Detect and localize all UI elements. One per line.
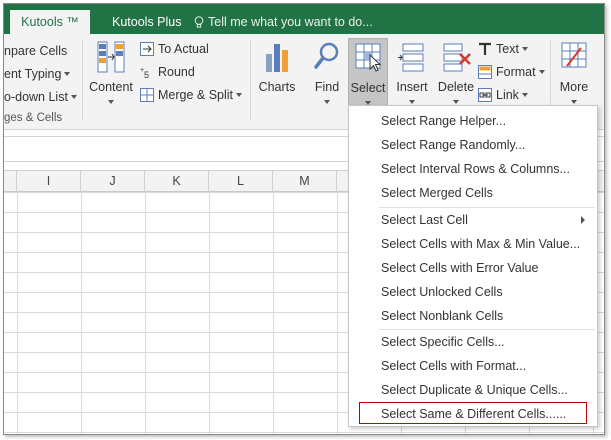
format-icon — [478, 65, 492, 79]
find-label: Find — [314, 80, 340, 94]
chevron-down-icon — [571, 100, 577, 104]
chevron-down-icon — [324, 100, 330, 104]
menu-item-select-cells-error-value[interactable]: Select Cells with Error Value — [349, 257, 597, 279]
insert-button[interactable]: Insert — [392, 38, 432, 112]
menu-item-select-unlocked-cells[interactable]: Select Unlocked Cells — [349, 281, 597, 303]
column-header-m[interactable]: M — [273, 170, 337, 192]
column-header-partial — [4, 170, 17, 192]
search-icon — [314, 42, 339, 69]
format-label: Format — [496, 65, 536, 79]
link-button[interactable]: Link — [478, 88, 528, 102]
select-dropdown-menu: Select Range Helper... Select Range Rand… — [348, 105, 598, 427]
select-label: Select — [350, 81, 386, 95]
to-actual-label: To Actual — [158, 42, 209, 56]
chevron-down-icon — [521, 93, 528, 97]
chevron-down-icon — [453, 100, 459, 104]
round-button[interactable]: +5 Round — [140, 65, 195, 79]
insert-label: Insert — [396, 80, 428, 94]
select-button[interactable]: Select — [348, 38, 388, 109]
excel-window: Kutools ™ Kutools Plus Tell me what you … — [3, 3, 605, 435]
group-label-ranges-cells: ges & Cells — [4, 112, 63, 124]
more-button[interactable]: More — [554, 38, 594, 112]
menu-separator — [379, 329, 595, 330]
tab-kutools[interactable]: Kutools ™ — [10, 10, 90, 34]
merge-split-button[interactable]: Merge & Split — [140, 88, 243, 102]
compare-cells-label: npare Cells — [4, 44, 68, 58]
chevron-down-icon — [409, 100, 415, 104]
chevron-down-icon — [64, 72, 71, 76]
tell-me-search[interactable]: Tell me what you want to do... — [194, 10, 373, 34]
svg-text:5: 5 — [144, 70, 149, 79]
link-icon — [478, 88, 492, 102]
menu-item-select-last-cell-label: Select Last Cell — [381, 213, 468, 227]
delete-icon — [443, 43, 471, 72]
menu-item-select-cells-with-format[interactable]: Select Cells with Format... — [349, 355, 597, 377]
delete-label: Delete — [437, 80, 475, 94]
merge-split-icon — [140, 88, 154, 102]
menu-item-select-specific-cells[interactable]: Select Specific Cells... — [349, 331, 597, 353]
more-label: More — [559, 80, 589, 94]
chevron-right-icon — [581, 216, 585, 224]
column-header-i[interactable]: I — [17, 170, 81, 192]
text-label: Text — [496, 42, 519, 56]
select-cells-icon — [355, 43, 382, 72]
format-button[interactable]: Format — [478, 65, 545, 79]
lightbulb-icon — [194, 16, 204, 28]
chevron-down-icon — [538, 70, 545, 74]
delete-button[interactable]: Delete — [434, 38, 478, 112]
merge-split-label: Merge & Split — [158, 88, 234, 102]
content-icon — [97, 41, 125, 73]
insert-icon — [398, 43, 424, 72]
chevron-down-icon — [236, 93, 243, 97]
ribbon-tab-bar: Kutools ™ Kutools Plus Tell me what you … — [4, 4, 604, 34]
ribbon-separator — [250, 40, 251, 120]
menu-item-select-last-cell[interactable]: Select Last Cell — [349, 209, 597, 231]
text-button[interactable]: Text — [478, 42, 528, 56]
to-actual-icon — [140, 42, 154, 56]
charts-button[interactable]: Charts — [256, 38, 298, 112]
menu-separator — [379, 207, 595, 208]
content-button[interactable]: Content — [88, 38, 134, 112]
more-icon — [561, 42, 587, 68]
menu-item-select-range-helper[interactable]: Select Range Helper... — [349, 110, 597, 132]
content-label: Content — [89, 80, 133, 94]
ribbon-separator — [82, 40, 83, 120]
tell-me-label: Tell me what you want to do... — [208, 15, 373, 29]
column-header-j[interactable]: J — [81, 170, 145, 192]
menu-item-select-cells-max-min[interactable]: Select Cells with Max & Min Value... — [349, 233, 597, 255]
charts-label: Charts — [258, 80, 296, 94]
to-actual-button[interactable]: To Actual — [140, 42, 209, 56]
menu-item-select-duplicate-unique[interactable]: Select Duplicate & Unique Cells... — [349, 379, 597, 401]
compare-cells-button[interactable]: npare Cells — [4, 44, 67, 58]
chevron-down-icon — [70, 95, 77, 99]
menu-item-select-interval-rows-columns[interactable]: Select Interval Rows & Columns... — [349, 158, 597, 180]
content-typing-label: ent Typing — [4, 67, 62, 81]
column-header-l[interactable]: L — [209, 170, 273, 192]
column-header-k[interactable]: K — [145, 170, 209, 192]
content-typing-button[interactable]: ent Typing — [4, 67, 71, 81]
bar-chart-icon — [266, 44, 288, 72]
chevron-down-icon — [521, 47, 528, 51]
dropdown-list-label: o-down List — [4, 90, 68, 104]
round-label: Round — [158, 65, 195, 79]
text-icon — [479, 42, 491, 55]
dropdown-list-button[interactable]: o-down List — [4, 90, 77, 104]
menu-item-select-range-randomly[interactable]: Select Range Randomly... — [349, 134, 597, 156]
find-button[interactable]: Find — [308, 38, 346, 112]
round-icon: +5 — [140, 67, 149, 79]
tab-kutools-plus[interactable]: Kutools Plus — [100, 10, 193, 34]
menu-item-select-merged-cells[interactable]: Select Merged Cells — [349, 182, 597, 204]
link-label: Link — [496, 88, 519, 102]
menu-item-select-nonblank-cells[interactable]: Select Nonblank Cells — [349, 305, 597, 327]
chevron-down-icon — [108, 100, 114, 104]
menu-item-select-same-different[interactable]: Select Same & Different Cells...... — [359, 402, 587, 424]
